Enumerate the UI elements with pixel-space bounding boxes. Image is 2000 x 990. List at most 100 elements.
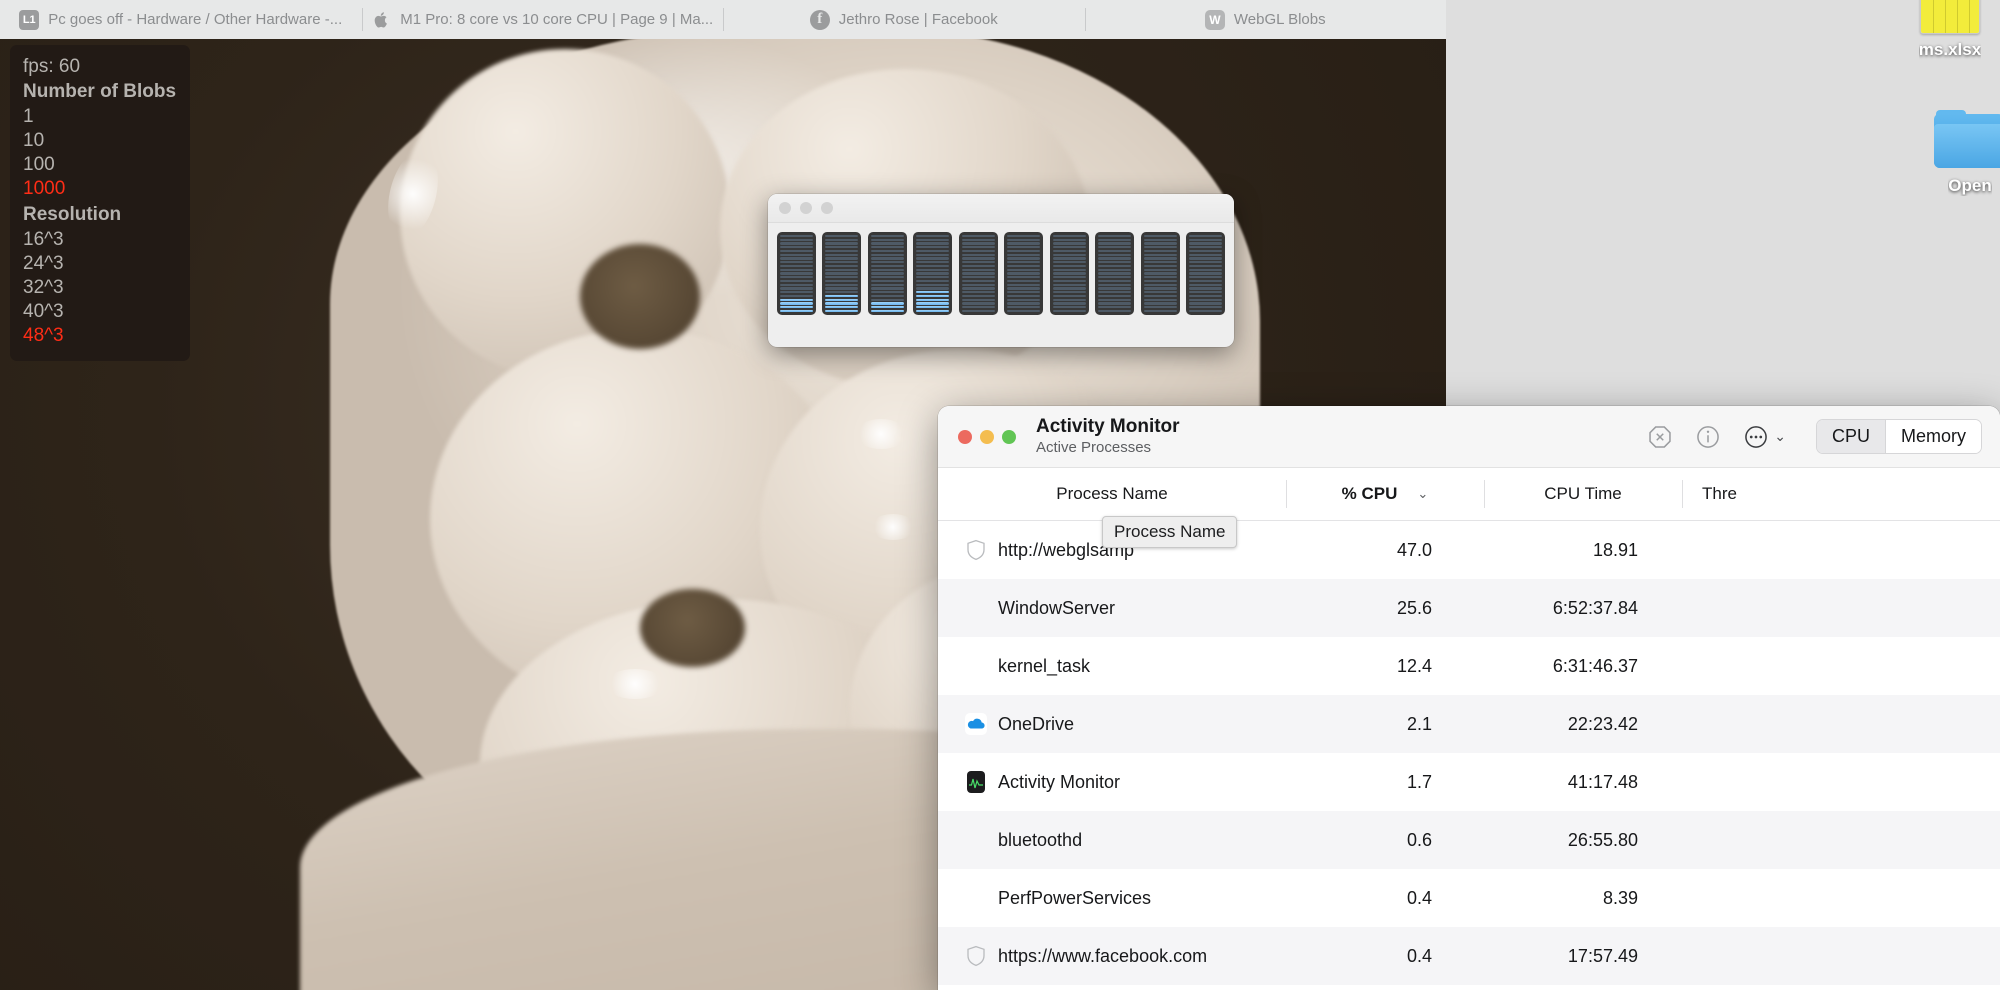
cpu-segment-idle [780, 246, 813, 249]
minimize-button[interactable] [980, 429, 994, 444]
cpu-segment-idle [1007, 287, 1041, 290]
cpu-segment-idle [1052, 309, 1086, 312]
column-header-threads[interactable]: Thre [1682, 468, 1842, 520]
process-table-row[interactable]: http://webglsamp 47.0 18.91 [938, 521, 2000, 579]
process-cpu-percent: 0.4 [1406, 887, 1432, 908]
cpu-segment-active [780, 302, 813, 305]
cpu-segment-idle [1007, 242, 1041, 245]
resolution-option-24[interactable]: 24^3 [23, 252, 177, 276]
process-cpu-time: 26:55.80 [1567, 829, 1638, 850]
column-header-cpu[interactable]: % CPU ⌄ [1286, 468, 1484, 520]
close-button[interactable] [779, 202, 791, 214]
cpu-segment-idle [1143, 287, 1177, 290]
process-cpu-percent: 47.0 [1396, 539, 1432, 560]
resolution-option-48[interactable]: 48^3 [23, 324, 177, 348]
cpu-segment-active [916, 309, 950, 312]
cpu-segment-idle [916, 261, 950, 264]
process-name-cell: Activity Monitor [938, 770, 1286, 794]
cpu-segment-idle [780, 276, 813, 279]
process-name-label: WindowServer [998, 597, 1116, 618]
cpu-segment-idle [916, 246, 950, 249]
process-table-row[interactable]: Safari0.353:18.04 [938, 985, 2000, 990]
process-table-row[interactable]: OneDrive 2.1 22:23.42 [938, 695, 2000, 753]
level1techs-favicon: L1 [19, 9, 40, 30]
blob-option-1000[interactable]: 1000 [23, 177, 177, 201]
cpu-segment-idle [1143, 272, 1177, 275]
cpu-segment-idle [961, 272, 995, 275]
cpu-segment-idle [870, 242, 904, 245]
close-button[interactable] [958, 429, 972, 444]
desktop-icon-folder[interactable]: Open [1910, 110, 2000, 196]
process-table-row[interactable]: WindowServer 25.6 6:52:37.84 [938, 579, 2000, 637]
cpu-segment-idle [1189, 306, 1223, 309]
tab-facebook[interactable]: f Jethro Rose | Facebook [723, 0, 1085, 39]
cpu-segment-idle [1098, 276, 1132, 279]
cpu-segment-idle [916, 242, 950, 245]
resolution-option-40[interactable]: 40^3 [23, 300, 177, 324]
cpu-segment-idle [1189, 249, 1223, 252]
cpu-segment-idle [916, 287, 950, 290]
none [964, 886, 988, 910]
cpu-segment-idle [825, 279, 859, 282]
blob-option-1[interactable]: 1 [23, 105, 177, 129]
cpu-segment-idle [1143, 294, 1177, 297]
column-header-cpu-time[interactable]: CPU Time [1484, 468, 1682, 520]
cpu-segment-idle [1189, 309, 1223, 312]
cpu-segment-idle [1098, 261, 1132, 264]
tab-macrumors[interactable]: M1 Pro: 8 core vs 10 core CPU | Page 9 |… [361, 0, 724, 39]
folder-icon [1934, 110, 2000, 170]
cpu-history-window[interactable] [768, 194, 1234, 347]
cpu-segment-idle [1052, 268, 1086, 271]
process-cpu-time: 41:17.48 [1567, 771, 1638, 792]
blob-option-100[interactable]: 100 [23, 153, 177, 177]
cpu-segment-idle [1098, 264, 1132, 267]
cpu-segment-idle [1052, 283, 1086, 286]
cpu-segment-idle [1143, 283, 1177, 286]
tab-webgl-blobs[interactable]: W WebGL Blobs [1084, 0, 1447, 39]
cpu-segment-idle [961, 261, 995, 264]
zoom-button[interactable] [1002, 429, 1016, 444]
process-table-body: http://webglsamp 47.0 18.91 WindowServer 25.… [938, 521, 2000, 990]
window-subtitle: Active Processes [1036, 438, 1152, 456]
cpu-segment-idle [1189, 246, 1223, 249]
process-name-cell: PerfPowerServices [938, 886, 1286, 910]
tab-label: Pc goes off - Hardware / Other Hardware … [48, 11, 343, 28]
cpu-segment-idle [1052, 261, 1086, 264]
process-table-row[interactable]: https://www.facebook.com 0.4 17:57.49 [938, 927, 2000, 985]
process-table-row[interactable]: kernel_task 12.4 6:31:46.37 [938, 637, 2000, 695]
resolution-option-32[interactable]: 32^3 [23, 276, 177, 300]
cpu-segment-idle [870, 234, 904, 237]
zoom-button[interactable] [821, 202, 833, 214]
cpu-segment-idle [1189, 268, 1223, 271]
cpu-segment-idle [780, 272, 813, 275]
more-options-button[interactable]: ⌄ [1743, 424, 1786, 450]
cpu-segment-idle [780, 257, 813, 260]
cpu-segment-idle [961, 249, 995, 252]
tab-cpu[interactable]: CPU [1816, 420, 1885, 453]
webgl-controls-overlay[interactable]: fps: 60 Number of Blobs 1 10 100 1000 Re… [10, 45, 190, 362]
cpu-core-bar [777, 232, 816, 315]
cpu-segment-idle [870, 264, 904, 267]
cpu-segment-idle [1189, 298, 1223, 301]
process-table-row[interactable]: bluetoothd 0.6 26:55.80 [938, 811, 2000, 869]
cpu-segment-active [825, 309, 859, 312]
cpu-segment-idle [1143, 234, 1177, 237]
resolution-option-16[interactable]: 16^3 [23, 228, 177, 252]
inspect-process-icon[interactable] [1695, 424, 1721, 450]
cpu-segment-idle [1098, 238, 1132, 241]
column-header-process-name[interactable]: Process Name [938, 468, 1286, 520]
tab-memory[interactable]: Memory [1884, 420, 1981, 453]
cpu-segment-idle [916, 272, 950, 275]
process-table-row[interactable]: Activity Monitor 1.7 41:17.48 [938, 753, 2000, 811]
blob-option-10[interactable]: 10 [23, 129, 177, 153]
activity-monitor-window[interactable]: Activity Monitor Active Processes ⌄ CPU … [938, 406, 2000, 990]
stop-process-icon[interactable] [1647, 424, 1673, 450]
minimize-button[interactable] [800, 202, 812, 214]
cpu-core-bar [958, 232, 998, 315]
process-table-row[interactable]: PerfPowerServices 0.4 8.39 [938, 869, 2000, 927]
tab-level1techs[interactable]: L1 Pc goes off - Hardware / Other Hardwa… [0, 0, 362, 39]
desktop-icon-spreadsheet[interactable]: ms.xlsx [1890, 0, 2000, 60]
cpu-segment-idle [916, 238, 950, 241]
process-name-label: PerfPowerServices [998, 887, 1152, 908]
cpu-segment-idle [1052, 264, 1086, 267]
